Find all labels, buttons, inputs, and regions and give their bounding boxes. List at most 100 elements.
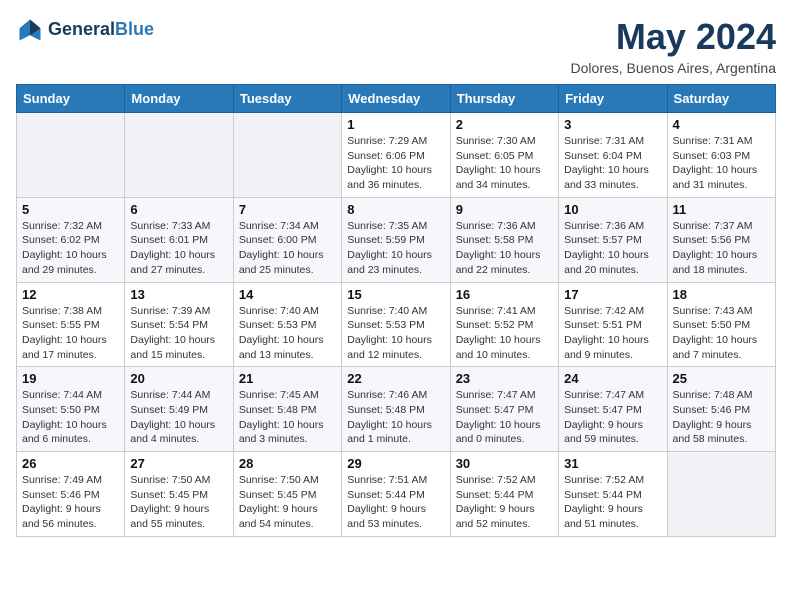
day-header-monday: Monday (125, 85, 233, 113)
day-number: 31 (564, 456, 661, 471)
calendar-header-row: SundayMondayTuesdayWednesdayThursdayFrid… (17, 85, 776, 113)
day-number: 26 (22, 456, 119, 471)
day-info: Sunrise: 7:51 AM Sunset: 5:44 PM Dayligh… (347, 473, 444, 532)
day-info: Sunrise: 7:32 AM Sunset: 6:02 PM Dayligh… (22, 219, 119, 278)
day-info: Sunrise: 7:50 AM Sunset: 5:45 PM Dayligh… (239, 473, 336, 532)
month-title: May 2024 (571, 16, 776, 58)
day-info: Sunrise: 7:36 AM Sunset: 5:57 PM Dayligh… (564, 219, 661, 278)
day-info: Sunrise: 7:48 AM Sunset: 5:46 PM Dayligh… (673, 388, 770, 447)
day-info: Sunrise: 7:38 AM Sunset: 5:55 PM Dayligh… (22, 304, 119, 363)
calendar-cell: 27 Sunrise: 7:50 AM Sunset: 5:45 PM Dayli… (125, 452, 233, 537)
calendar-cell: 26 Sunrise: 7:49 AM Sunset: 5:46 PM Dayli… (17, 452, 125, 537)
day-header-friday: Friday (559, 85, 667, 113)
day-info: Sunrise: 7:40 AM Sunset: 5:53 PM Dayligh… (347, 304, 444, 363)
day-info: Sunrise: 7:45 AM Sunset: 5:48 PM Dayligh… (239, 388, 336, 447)
day-header-saturday: Saturday (667, 85, 775, 113)
day-number: 7 (239, 202, 336, 217)
calendar-cell: 21 Sunrise: 7:45 AM Sunset: 5:48 PM Dayli… (233, 367, 341, 452)
day-info: Sunrise: 7:30 AM Sunset: 6:05 PM Dayligh… (456, 134, 553, 193)
calendar-week-row: 5 Sunrise: 7:32 AM Sunset: 6:02 PM Daylig… (17, 197, 776, 282)
day-number: 23 (456, 371, 553, 386)
calendar-cell: 17 Sunrise: 7:42 AM Sunset: 5:51 PM Dayli… (559, 282, 667, 367)
calendar-cell: 31 Sunrise: 7:52 AM Sunset: 5:44 PM Dayli… (559, 452, 667, 537)
calendar-cell: 10Sunrise: 7:36 AM Sunset: 5:57 PM Dayli… (559, 197, 667, 282)
calendar-cell: 28 Sunrise: 7:50 AM Sunset: 5:45 PM Dayli… (233, 452, 341, 537)
day-number: 11 (673, 202, 770, 217)
day-info: Sunrise: 7:47 AM Sunset: 5:47 PM Dayligh… (456, 388, 553, 447)
logo-line1: General (48, 19, 115, 39)
day-number: 8 (347, 202, 444, 217)
page-header: GeneralBlue May 2024 Dolores, Buenos Air… (16, 16, 776, 76)
day-number: 6 (130, 202, 227, 217)
day-info: Sunrise: 7:50 AM Sunset: 5:45 PM Dayligh… (130, 473, 227, 532)
calendar-cell: 6 Sunrise: 7:33 AM Sunset: 6:01 PM Daylig… (125, 197, 233, 282)
day-number: 13 (130, 287, 227, 302)
calendar-cell (667, 452, 775, 537)
day-info: Sunrise: 7:34 AM Sunset: 6:00 PM Dayligh… (239, 219, 336, 278)
day-number: 3 (564, 117, 661, 132)
day-info: Sunrise: 7:31 AM Sunset: 6:03 PM Dayligh… (673, 134, 770, 193)
calendar-week-row: 19 Sunrise: 7:44 AM Sunset: 5:50 PM Dayli… (17, 367, 776, 452)
calendar-cell (125, 113, 233, 198)
day-info: Sunrise: 7:43 AM Sunset: 5:50 PM Dayligh… (673, 304, 770, 363)
day-info: Sunrise: 7:46 AM Sunset: 5:48 PM Dayligh… (347, 388, 444, 447)
day-number: 5 (22, 202, 119, 217)
day-info: Sunrise: 7:49 AM Sunset: 5:46 PM Dayligh… (22, 473, 119, 532)
logo-line2: Blue (115, 19, 154, 39)
calendar-cell: 5 Sunrise: 7:32 AM Sunset: 6:02 PM Daylig… (17, 197, 125, 282)
calendar-cell (17, 113, 125, 198)
calendar-cell: 11 Sunrise: 7:37 AM Sunset: 5:56 PM Dayli… (667, 197, 775, 282)
calendar-cell: 4 Sunrise: 7:31 AM Sunset: 6:03 PM Daylig… (667, 113, 775, 198)
day-info: Sunrise: 7:31 AM Sunset: 6:04 PM Dayligh… (564, 134, 661, 193)
calendar-table: SundayMondayTuesdayWednesdayThursdayFrid… (16, 84, 776, 537)
calendar-cell (233, 113, 341, 198)
day-number: 24 (564, 371, 661, 386)
calendar-cell: 19 Sunrise: 7:44 AM Sunset: 5:50 PM Dayli… (17, 367, 125, 452)
day-header-wednesday: Wednesday (342, 85, 450, 113)
day-info: Sunrise: 7:36 AM Sunset: 5:58 PM Dayligh… (456, 219, 553, 278)
day-info: Sunrise: 7:35 AM Sunset: 5:59 PM Dayligh… (347, 219, 444, 278)
calendar-cell: 9Sunrise: 7:36 AM Sunset: 5:58 PM Daylig… (450, 197, 558, 282)
day-info: Sunrise: 7:52 AM Sunset: 5:44 PM Dayligh… (456, 473, 553, 532)
day-number: 12 (22, 287, 119, 302)
day-number: 25 (673, 371, 770, 386)
calendar-cell: 13 Sunrise: 7:39 AM Sunset: 5:54 PM Dayli… (125, 282, 233, 367)
day-info: Sunrise: 7:39 AM Sunset: 5:54 PM Dayligh… (130, 304, 227, 363)
calendar-cell: 20 Sunrise: 7:44 AM Sunset: 5:49 PM Dayli… (125, 367, 233, 452)
day-info: Sunrise: 7:37 AM Sunset: 5:56 PM Dayligh… (673, 219, 770, 278)
day-number: 14 (239, 287, 336, 302)
day-number: 18 (673, 287, 770, 302)
day-number: 19 (22, 371, 119, 386)
calendar-cell: 8 Sunrise: 7:35 AM Sunset: 5:59 PM Daylig… (342, 197, 450, 282)
calendar-cell: 30Sunrise: 7:52 AM Sunset: 5:44 PM Dayli… (450, 452, 558, 537)
day-number: 4 (673, 117, 770, 132)
calendar-week-row: 26 Sunrise: 7:49 AM Sunset: 5:46 PM Dayli… (17, 452, 776, 537)
day-header-sunday: Sunday (17, 85, 125, 113)
calendar-cell: 15Sunrise: 7:40 AM Sunset: 5:53 PM Dayli… (342, 282, 450, 367)
day-info: Sunrise: 7:41 AM Sunset: 5:52 PM Dayligh… (456, 304, 553, 363)
day-number: 1 (347, 117, 444, 132)
title-block: May 2024 Dolores, Buenos Aires, Argentin… (571, 16, 776, 76)
day-info: Sunrise: 7:44 AM Sunset: 5:50 PM Dayligh… (22, 388, 119, 447)
day-number: 17 (564, 287, 661, 302)
logo: GeneralBlue (16, 16, 154, 44)
day-number: 20 (130, 371, 227, 386)
day-number: 27 (130, 456, 227, 471)
calendar-cell: 25 Sunrise: 7:48 AM Sunset: 5:46 PM Dayli… (667, 367, 775, 452)
day-info: Sunrise: 7:47 AM Sunset: 5:47 PM Dayligh… (564, 388, 661, 447)
day-number: 29 (347, 456, 444, 471)
day-info: Sunrise: 7:44 AM Sunset: 5:49 PM Dayligh… (130, 388, 227, 447)
day-info: Sunrise: 7:52 AM Sunset: 5:44 PM Dayligh… (564, 473, 661, 532)
calendar-cell: 3 Sunrise: 7:31 AM Sunset: 6:04 PM Daylig… (559, 113, 667, 198)
day-number: 28 (239, 456, 336, 471)
day-info: Sunrise: 7:42 AM Sunset: 5:51 PM Dayligh… (564, 304, 661, 363)
calendar-cell: 1Sunrise: 7:29 AM Sunset: 6:06 PM Daylig… (342, 113, 450, 198)
day-number: 21 (239, 371, 336, 386)
location-title: Dolores, Buenos Aires, Argentina (571, 60, 776, 76)
day-number: 2 (456, 117, 553, 132)
day-info: Sunrise: 7:33 AM Sunset: 6:01 PM Dayligh… (130, 219, 227, 278)
calendar-cell: 24 Sunrise: 7:47 AM Sunset: 5:47 PM Dayli… (559, 367, 667, 452)
calendar-cell: 22Sunrise: 7:46 AM Sunset: 5:48 PM Dayli… (342, 367, 450, 452)
calendar-cell: 14 Sunrise: 7:40 AM Sunset: 5:53 PM Dayli… (233, 282, 341, 367)
day-info: Sunrise: 7:40 AM Sunset: 5:53 PM Dayligh… (239, 304, 336, 363)
